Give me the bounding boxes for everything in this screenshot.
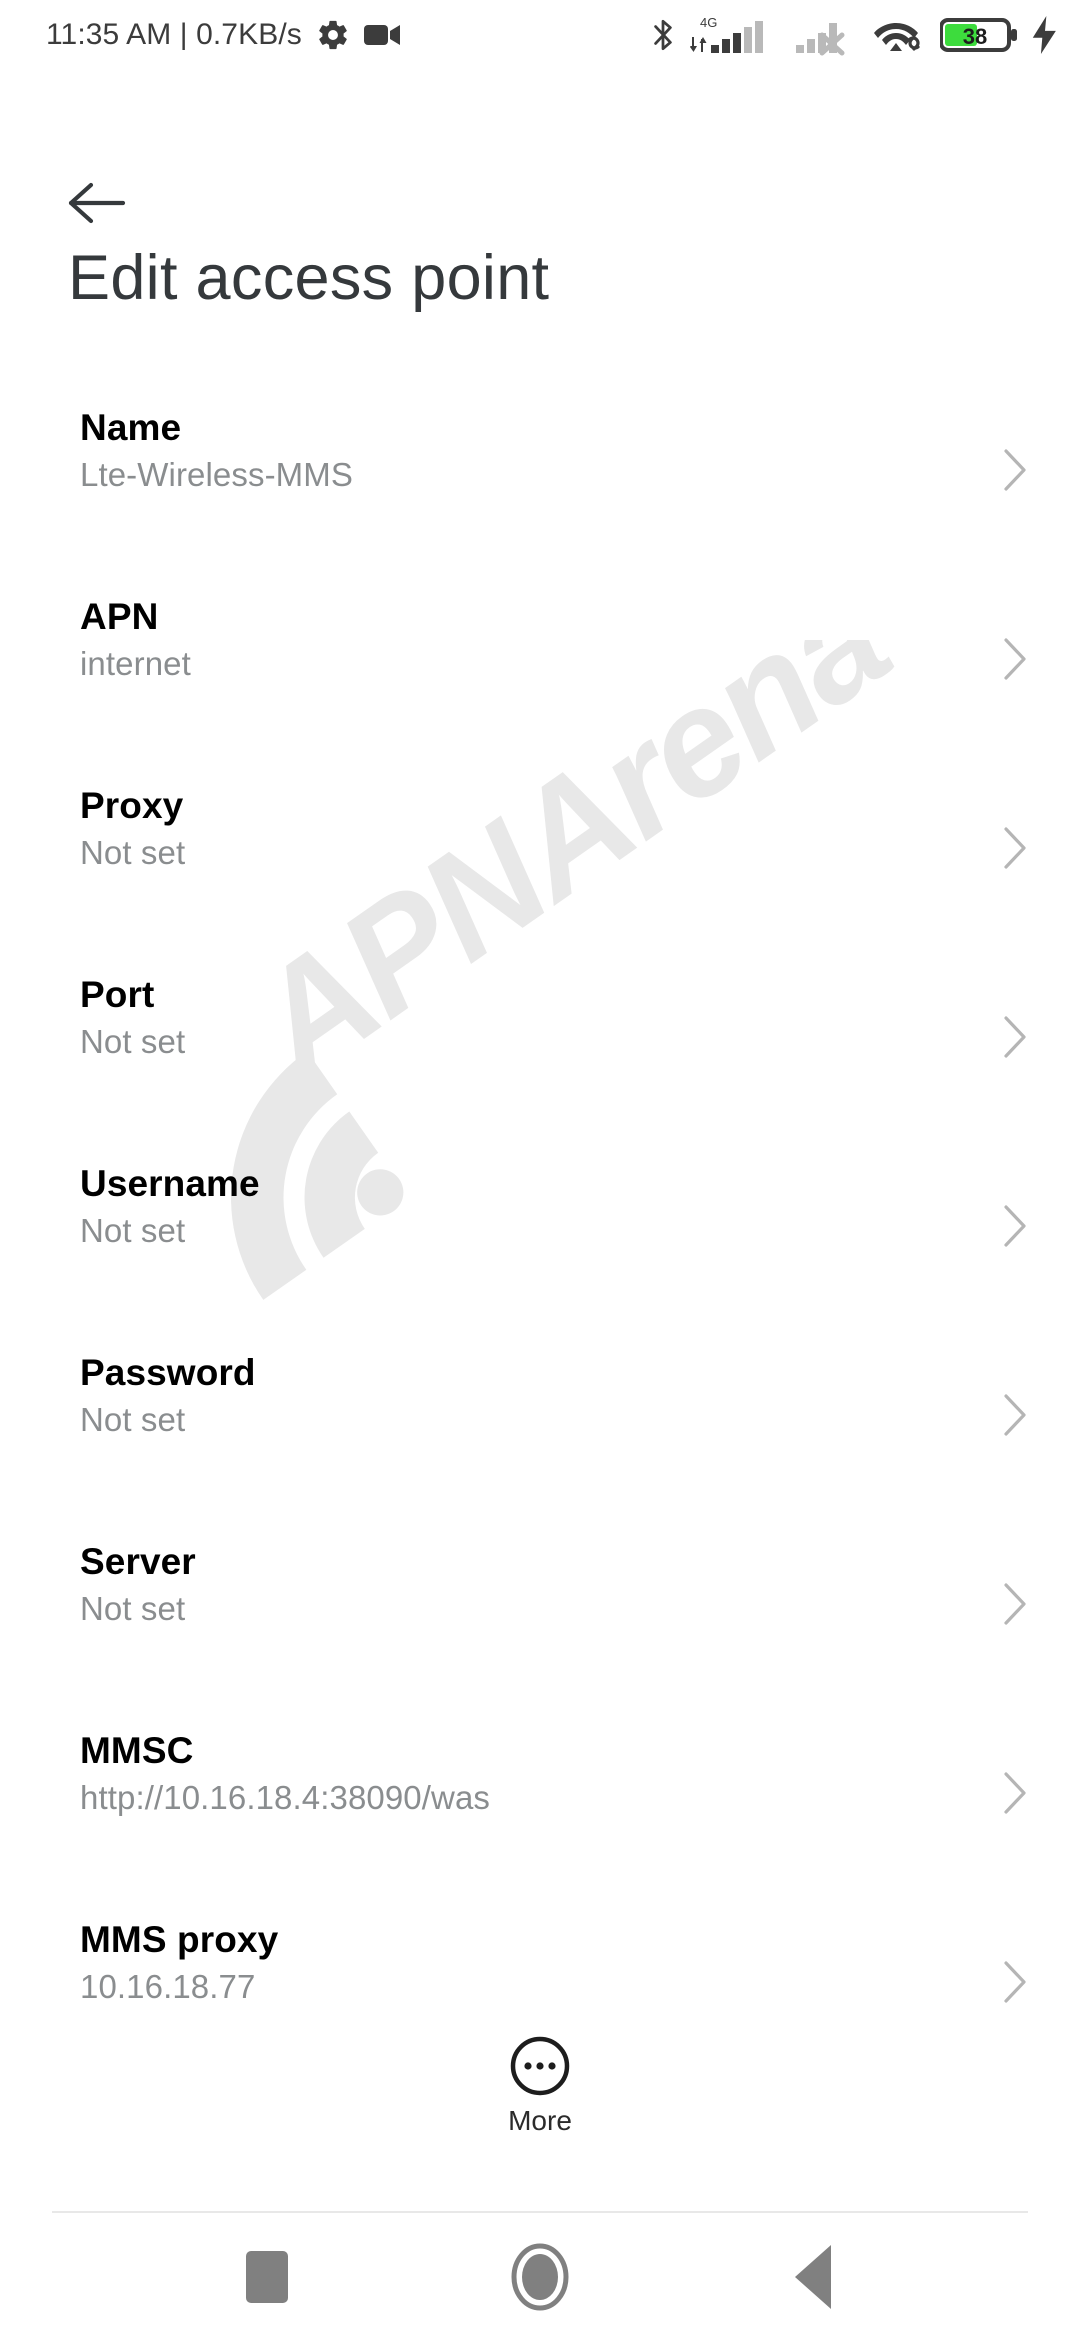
table-row[interactable]: Password Not set	[0, 1343, 1080, 1532]
chevron-right-icon	[998, 818, 1032, 878]
list-item-label: Password	[80, 1352, 256, 1393]
more-ellipsis-circle-icon	[509, 2035, 571, 2097]
gear-icon	[316, 18, 350, 52]
table-row[interactable]: Name Lte-Wireless-MMS	[0, 398, 1080, 587]
wifi-icon	[874, 15, 926, 55]
more-button-label: More	[508, 2105, 572, 2136]
list-item-value: Lte-Wireless-MMS	[80, 456, 353, 493]
more-button[interactable]: More	[0, 2035, 1080, 2137]
chevron-right-icon	[998, 1196, 1032, 1256]
camcorder-icon	[363, 21, 402, 49]
list-item-value: Not set	[80, 834, 186, 871]
back-triangle-icon[interactable]	[753, 2227, 873, 2327]
phone-screen: APNArena 11:35 AM | 0.7KB/s 4G 38 Edit a…	[0, 0, 1080, 2340]
list-item-label: Port	[80, 974, 155, 1015]
chevron-right-icon	[998, 629, 1032, 689]
home-circle-icon[interactable]	[480, 2227, 600, 2327]
back-arrow-icon[interactable]	[60, 165, 136, 241]
chevron-right-icon	[998, 1385, 1032, 1445]
status-bar-left: 11:35 AM | 0.7KB/s	[46, 18, 402, 52]
chevron-right-icon	[998, 440, 1032, 500]
status-time-and-network-speed: 11:35 AM | 0.7KB/s	[46, 18, 302, 51]
battery-icon: 38	[940, 15, 1018, 55]
list-item-label: APN	[80, 596, 159, 637]
list-item-label: MMSC	[80, 1730, 194, 1771]
charging-bolt-icon	[1032, 16, 1058, 54]
list-item-label: Name	[80, 407, 182, 448]
navigation-bar	[0, 2213, 1080, 2340]
list-item-label: Username	[80, 1163, 260, 1204]
bluetooth-icon	[650, 16, 676, 54]
table-row[interactable]: Username Not set	[0, 1154, 1080, 1343]
table-row[interactable]: Server Not set	[0, 1532, 1080, 1721]
table-row[interactable]: MMSC http://10.16.18.4:38090/was	[0, 1721, 1080, 1910]
chevron-right-icon	[998, 1007, 1032, 1067]
list-item-value: internet	[80, 645, 191, 682]
app-bar: Edit access point	[0, 70, 1080, 370]
chevron-right-icon	[998, 1574, 1032, 1634]
table-row[interactable]: Proxy Not set	[0, 776, 1080, 965]
recents-square-icon[interactable]	[207, 2227, 327, 2327]
settings-list: Name Lte-Wireless-MMS APN internet Proxy…	[0, 398, 1080, 2099]
list-item-value: Not set	[80, 1401, 186, 1438]
list-item-value: http://10.16.18.4:38090/was	[80, 1779, 491, 1816]
list-item-value: Not set	[80, 1212, 186, 1249]
sim1-network-label: 4G	[700, 15, 717, 30]
list-item-label: MMS proxy	[80, 1919, 279, 1960]
list-item-value: Not set	[80, 1590, 186, 1627]
chevron-right-icon	[998, 1763, 1032, 1823]
list-item-label: Server	[80, 1541, 196, 1582]
status-bar: 11:35 AM | 0.7KB/s 4G 38	[0, 0, 1080, 70]
page-title: Edit access point	[68, 243, 550, 313]
chevron-right-icon	[998, 1952, 1032, 2012]
list-item-value: 10.16.18.77	[80, 1968, 256, 2005]
table-row[interactable]: APN internet	[0, 587, 1080, 776]
sim1-signal-icon: 4G	[690, 13, 782, 57]
table-row[interactable]: Port Not set	[0, 965, 1080, 1154]
list-item-value: Not set	[80, 1023, 186, 1060]
status-bar-right: 4G 38	[636, 13, 1058, 57]
battery-level-text: 38	[963, 24, 987, 49]
sim2-signal-no-service-icon	[796, 13, 860, 57]
list-item-label: Proxy	[80, 785, 184, 826]
